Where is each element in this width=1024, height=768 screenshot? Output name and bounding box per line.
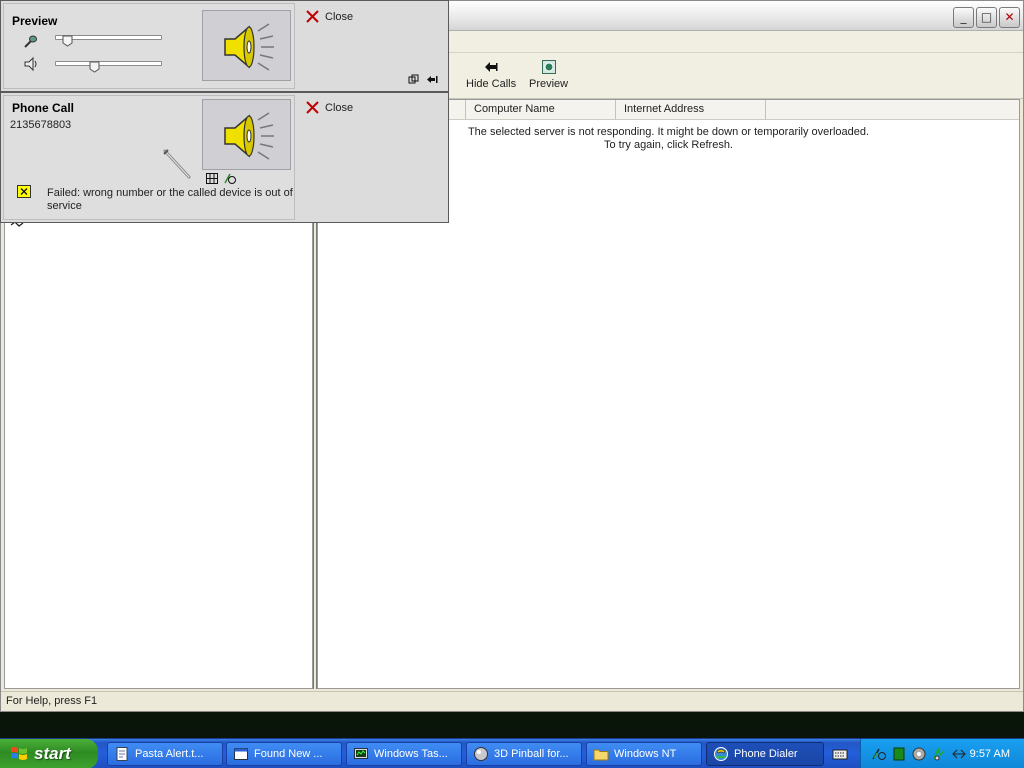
dock-icon[interactable] [408,74,419,85]
speaker-slider-track[interactable] [55,61,162,66]
taskbar-item-label: 3D Pinball for... [494,748,569,760]
hide-calls-button[interactable]: Hide Calls [462,59,520,95]
preview-button[interactable]: Preview [525,59,572,95]
microphone-icon [24,35,37,48]
hide-panel-icon[interactable] [426,74,438,85]
preview-speaker-image [202,10,291,81]
column-computer-name[interactable]: Computer Name [466,100,616,119]
phone-tray-icon[interactable] [871,746,887,762]
speaker-volume-icon [24,56,37,72]
start-button[interactable]: start [0,739,98,768]
loudspeaker-icon [224,112,274,160]
window-icon [234,748,248,760]
arrow-left-icon [485,62,498,72]
microphone-slider-thumb[interactable] [62,35,73,47]
preview-close-label: Close [325,10,354,23]
preview-controls: Preview [3,3,295,89]
call-status-message: Failed: wrong number or the called devic… [47,187,293,212]
taskbar-item-label: Pasta Alert.t... [135,748,204,760]
clock[interactable]: 9:57 AM [970,739,1010,768]
windows-logo-icon [11,747,27,760]
call-close-label: Close [325,101,354,114]
failed-status-icon [17,185,31,198]
network-tray-icon[interactable] [931,746,947,762]
call-close-button[interactable]: Close [306,101,353,114]
taskbar-item-label: Found New ... [254,748,323,760]
preview-label: Preview [529,78,569,90]
green-status-icon[interactable] [891,746,907,762]
taskbar-item-label: Windows Tas... [374,748,448,760]
speaker-slider-thumb[interactable] [89,61,100,73]
connection-tray-icon[interactable] [951,746,967,762]
hang-up-icon[interactable] [223,172,237,185]
system-tray: 9:57 AM [860,739,1024,768]
taskbar-item-windows-nt[interactable]: Windows NT [586,742,702,766]
close-window-button[interactable]: ✕ [999,7,1020,28]
taskbar-item-label: Windows NT [614,748,677,760]
hide-calls-label: Hide Calls [466,78,517,90]
preview-close-button[interactable]: Close [306,10,353,23]
handset-icon [163,149,191,179]
call-speaker-image [202,99,291,170]
phone-call-title: Phone Call [12,101,75,115]
pinball-icon [474,747,488,761]
folder-icon [593,749,609,761]
loudspeaker-icon [224,23,274,71]
document-icon [116,747,128,761]
column-internet-address[interactable]: Internet Address [616,100,766,119]
phone-call-controls: Phone Call 2135678803 Failed: wrong numb… [3,95,295,220]
minimize-button[interactable]: _ [953,7,974,28]
taskbar: start Pasta Alert.t... Found New ... Win… [0,738,1024,768]
taskbar-item-phone-dialer[interactable]: Phone Dialer [706,742,824,766]
phone-call-panel: Phone Call 2135678803 Failed: wrong numb… [0,92,449,223]
start-label: start [34,744,71,763]
keypad-icon[interactable] [206,173,218,184]
taskbar-item-found-new[interactable]: Found New ... [226,742,342,766]
close-icon [306,101,319,114]
taskbar-item-3d-pinball[interactable]: 3D Pinball for... [466,742,582,766]
taskbar-item-pasta-alert[interactable]: Pasta Alert.t... [107,742,223,766]
disc-tray-icon[interactable] [911,746,927,762]
status-bar: For Help, press F1 [1,691,1023,711]
taskbar-item-label: Phone Dialer [734,748,798,760]
taskbar-item-windows-task-manager[interactable]: Windows Tas... [346,742,462,766]
close-icon [306,10,319,23]
task-manager-icon [354,748,368,759]
keyboard-icon[interactable] [832,746,848,762]
maximize-button[interactable]: □ [976,7,997,28]
phone-number: 2135678803 [10,119,72,131]
preview-panel: Preview Close [0,0,449,92]
preview-title: Preview [12,14,58,28]
phone-dialer-icon [714,747,728,761]
preview-icon [541,60,556,74]
